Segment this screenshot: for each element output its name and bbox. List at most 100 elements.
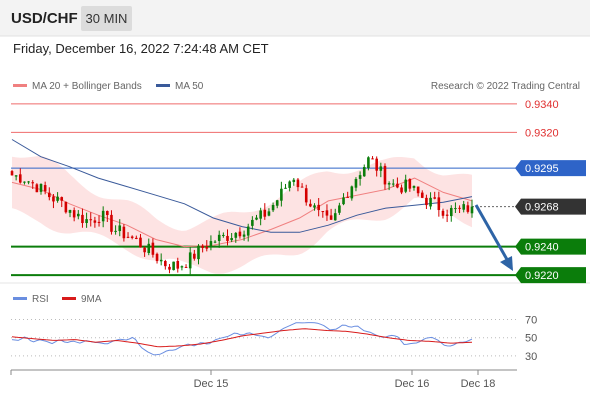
candle-body [321,211,325,213]
candle-body [14,175,18,177]
candle-body [68,209,72,213]
candle-body [280,188,283,201]
candle-body [391,183,395,185]
candle-body [462,204,466,210]
candle-body [445,214,449,216]
candle-body [342,197,345,205]
ma50-legend-label: MA 50 [175,81,204,92]
candle-body [350,186,354,199]
candle-body [81,214,84,224]
candle-body [246,226,250,236]
candle-body [238,231,242,237]
ma50-legend-swatch [156,84,170,87]
candle-body [180,266,184,268]
candle-body [193,253,196,259]
pivot-label: 0.9295 [525,163,559,175]
candle-body [251,219,254,226]
candle-body [470,206,474,214]
candle-body [329,215,333,220]
candle-body [126,236,130,238]
rsi-ma-legend-swatch [62,297,76,300]
candle-body [429,197,432,207]
candle-body [155,253,159,262]
candle-body [230,238,233,241]
rsi-line [11,322,473,356]
candle-body [358,175,362,179]
rsi-tick-label: 70 [525,315,537,327]
rsi-tick-label: 50 [525,333,537,345]
chart-canvas: MA 20 + Bollinger Bands MA 50 Research ©… [0,35,590,390]
candle-body [139,237,142,248]
x-axis-label: Dec 18 [461,378,496,390]
candle-body [317,204,320,211]
candle-body [10,171,14,176]
candle-body [338,205,341,213]
candle-body [188,252,192,269]
candle-body [97,221,101,223]
candle-body [441,210,445,216]
candle-body [288,181,291,188]
candle-body [408,178,412,189]
candle-body [371,158,374,160]
candle-body [454,208,457,210]
candle-body [135,237,138,239]
candle-body [333,213,337,221]
candle-body [18,174,22,183]
rsi-legend-swatch [13,297,27,300]
candle-body [375,158,378,171]
resistance-label: 0.9320 [525,127,559,139]
candle-body [379,166,383,171]
credit-label: Research © 2022 Trading Central [431,81,580,92]
x-axis-labels: Dec 15 Dec 16 Dec 18 [194,370,496,390]
candle-body [313,205,316,208]
candle-body [242,234,246,237]
candle-body [106,211,109,216]
candle-body [346,196,349,198]
support-label: 0.9220 [525,270,559,282]
candle-body [31,182,35,184]
candle-body [197,245,200,260]
candle-body [267,211,271,216]
candle-body [416,186,420,194]
candle-body [271,204,275,211]
current-label: 0.9268 [525,202,559,214]
x-axis-label: Dec 15 [194,378,229,390]
candle-body [118,225,122,232]
candle-body [420,192,424,198]
candle-body [77,213,80,217]
candle-body [362,167,366,177]
rsi-ma-legend-label: 9MA [81,294,102,305]
candle-body [387,183,391,185]
candle-body [130,236,134,238]
candle-body [458,207,461,209]
candle-body [226,235,229,241]
candle-body [205,246,209,249]
candle-body [147,243,151,253]
candle-body [400,187,403,193]
candle-body [284,187,287,189]
candle-body [64,201,68,213]
candle-body [23,181,26,183]
candle-body [275,200,279,206]
candle-body [122,226,126,239]
x-axis-label: Dec 16 [395,378,430,390]
ma20-legend-swatch [13,84,27,87]
candle-body [52,196,55,202]
rsi-panel: 70 50 30 [11,315,537,363]
candle-body [213,241,217,243]
candle-body [27,181,30,183]
candle-body [159,259,163,262]
candle-body [35,184,39,193]
candle-body [396,183,399,188]
candle-body [168,266,171,270]
resistance-label: 0.9340 [525,99,559,111]
candle-body [354,178,358,188]
candle-body [255,217,258,220]
candle-body [93,220,97,223]
candle-body [110,214,113,232]
candle-body [60,197,64,201]
candle-body [466,205,470,212]
candle-body [89,219,93,221]
candle-body [234,232,238,238]
candle-body [176,260,180,269]
